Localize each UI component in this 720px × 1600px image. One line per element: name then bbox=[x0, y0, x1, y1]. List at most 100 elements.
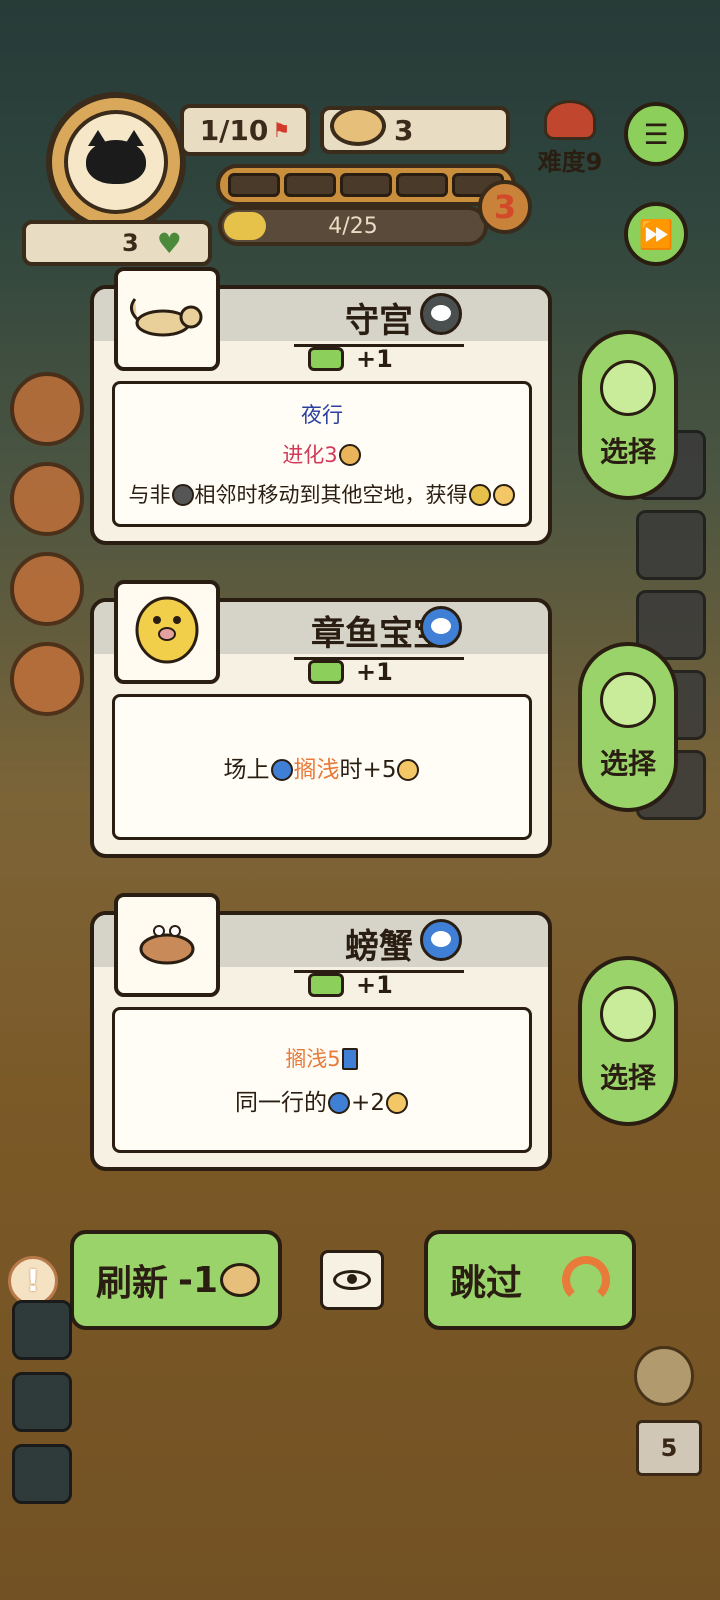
fast-forward-button[interactable]: ⏩ bbox=[624, 202, 688, 266]
card-cost: +1 bbox=[308, 658, 393, 686]
ability-text: 场上 搁浅时+5 bbox=[224, 750, 421, 784]
paw-icon bbox=[397, 759, 420, 781]
select-button-baby-octopus[interactable]: 选择 bbox=[578, 642, 678, 812]
card-gecko[interactable]: 守宫 +1 夜行 进化3 与非 相邻时移动到其他空地，获得 bbox=[90, 267, 552, 545]
segment bbox=[396, 173, 448, 197]
cat-food-bowl-icon bbox=[330, 106, 386, 146]
evolution-segments bbox=[216, 164, 516, 206]
hourglass-icon bbox=[341, 1048, 358, 1070]
dark-type-icon bbox=[171, 484, 194, 506]
select-label: 选择 bbox=[599, 1061, 656, 1094]
food-tray-icon bbox=[308, 660, 344, 684]
player-avatar[interactable] bbox=[46, 92, 186, 232]
ability-text-part: 相邻时移动到其他空地，获得 bbox=[194, 483, 468, 507]
segment bbox=[228, 173, 280, 197]
sea-tag-icon bbox=[420, 919, 462, 961]
cat-food-count: 3 bbox=[394, 113, 414, 147]
keyword-stranded: 搁浅 bbox=[293, 757, 340, 783]
pointing-hand-icon bbox=[600, 672, 656, 728]
select-button-crab[interactable]: 选择 bbox=[578, 956, 678, 1126]
side-item-slot[interactable] bbox=[10, 642, 84, 716]
card-cost: +1 bbox=[308, 345, 393, 373]
keyword-evolve: 进化3 bbox=[282, 443, 338, 467]
refresh-button[interactable]: 刷新 -1 bbox=[70, 1230, 282, 1330]
sea-tag-icon bbox=[420, 606, 462, 648]
octopus-portrait-icon bbox=[114, 580, 220, 684]
pointing-hand-icon bbox=[600, 360, 656, 416]
card-description: 场上 搁浅时+5 bbox=[112, 694, 532, 840]
pointing-hand-icon bbox=[600, 986, 656, 1042]
card-description: 搁浅5 同一行的 +2 bbox=[112, 1007, 532, 1153]
ability-text-part: 时+5 bbox=[339, 757, 397, 783]
ability-text-part: 场上 bbox=[223, 757, 270, 783]
fire-icon bbox=[544, 100, 596, 140]
wave-counter-text: 1/10 bbox=[199, 113, 269, 147]
card-cost: +1 bbox=[308, 971, 393, 999]
paw-icon bbox=[385, 1092, 408, 1114]
crab-portrait-icon bbox=[114, 893, 220, 997]
inventory-slot[interactable] bbox=[12, 1300, 72, 1360]
evolve-icon bbox=[338, 444, 361, 466]
cat-food-counter: 3 bbox=[320, 106, 510, 154]
ability-text: 同一行的 +2 bbox=[235, 1083, 409, 1117]
progress-text: 4/25 bbox=[328, 213, 378, 239]
keyword-stranded: 搁浅5 bbox=[285, 1047, 341, 1071]
skip-button[interactable]: 跳过 bbox=[424, 1230, 636, 1330]
ability-text-part: 与非 bbox=[128, 483, 171, 507]
ability-text-part: 同一行的 bbox=[235, 1090, 328, 1116]
refresh-cost: -1 bbox=[178, 1259, 261, 1301]
menu-button[interactable]: ☰ bbox=[624, 102, 688, 166]
keyword-evolve-line: 进化3 bbox=[282, 439, 361, 469]
refresh-label: 刷新 bbox=[96, 1263, 169, 1304]
deck-count[interactable]: 5 bbox=[636, 1420, 702, 1476]
menu-icon: ☰ bbox=[643, 117, 669, 151]
inventory-slot[interactable] bbox=[12, 1372, 72, 1432]
select-label: 选择 bbox=[599, 435, 656, 468]
view-board-button[interactable] bbox=[320, 1250, 384, 1310]
progress-fill bbox=[224, 212, 266, 240]
inventory-slot[interactable] bbox=[12, 1444, 72, 1504]
pufferfish-icon bbox=[634, 1346, 694, 1406]
hp-counter: 3 ♥ bbox=[22, 220, 212, 266]
card-description: 夜行 进化3 与非 相邻时移动到其他空地，获得 bbox=[112, 381, 532, 527]
ability-text: 与非 相邻时移动到其他空地，获得 bbox=[129, 479, 516, 509]
sea-type-icon bbox=[328, 1092, 351, 1114]
side-item-slot[interactable] bbox=[10, 372, 84, 446]
side-item-slot[interactable] bbox=[10, 462, 84, 536]
select-button-gecko[interactable]: 选择 bbox=[578, 330, 678, 500]
gecko-portrait-icon bbox=[114, 267, 220, 371]
hp-count: 3 bbox=[122, 229, 139, 257]
segment bbox=[340, 173, 392, 197]
segment bbox=[284, 173, 336, 197]
alert-icon[interactable]: ! bbox=[8, 1256, 58, 1306]
refresh-cost-value: -1 bbox=[178, 1259, 219, 1301]
number-one-icon bbox=[468, 484, 491, 506]
hud: 1/10 ⚑ 3 4/25 3 3 ♥ 难度9 ☰ ⏩ bbox=[0, 0, 720, 280]
keyword-stranded-line: 搁浅5 bbox=[285, 1043, 358, 1073]
cost-value: +1 bbox=[356, 658, 393, 686]
paw-icon bbox=[492, 484, 515, 506]
fast-forward-icon: ⏩ bbox=[638, 217, 674, 251]
cost-value: +1 bbox=[356, 345, 393, 373]
avatar-frame bbox=[64, 110, 168, 214]
skip-label: 跳过 bbox=[449, 1263, 522, 1304]
flag-icon: ⚑ bbox=[272, 118, 291, 142]
card-baby-octopus[interactable]: 章鱼宝宝 +1 场上 搁浅时+5 bbox=[90, 580, 552, 858]
select-label: 选择 bbox=[599, 747, 656, 780]
wave-counter: 1/10 ⚑ bbox=[180, 104, 310, 156]
difficulty-label: 难度9 bbox=[537, 148, 603, 176]
sea-type-icon bbox=[270, 759, 293, 781]
nocturnal-tag-icon bbox=[420, 293, 462, 335]
heart-icon: ♥ bbox=[156, 226, 182, 260]
food-tray-icon bbox=[308, 973, 344, 997]
right-slot bbox=[636, 510, 706, 580]
undo-arrow-icon bbox=[562, 1256, 610, 1304]
level-badge: 3 bbox=[478, 180, 532, 234]
food-tray-icon bbox=[308, 347, 344, 371]
progress-bar: 4/25 bbox=[218, 206, 488, 246]
side-item-slot[interactable] bbox=[10, 552, 84, 626]
keyword-nocturnal: 夜行 bbox=[301, 403, 343, 427]
ability-text-part: +2 bbox=[351, 1090, 385, 1116]
card-crab[interactable]: 螃蟹 +1 搁浅5 同一行的 +2 bbox=[90, 893, 552, 1171]
difficulty-indicator[interactable]: 难度9 bbox=[530, 100, 610, 180]
